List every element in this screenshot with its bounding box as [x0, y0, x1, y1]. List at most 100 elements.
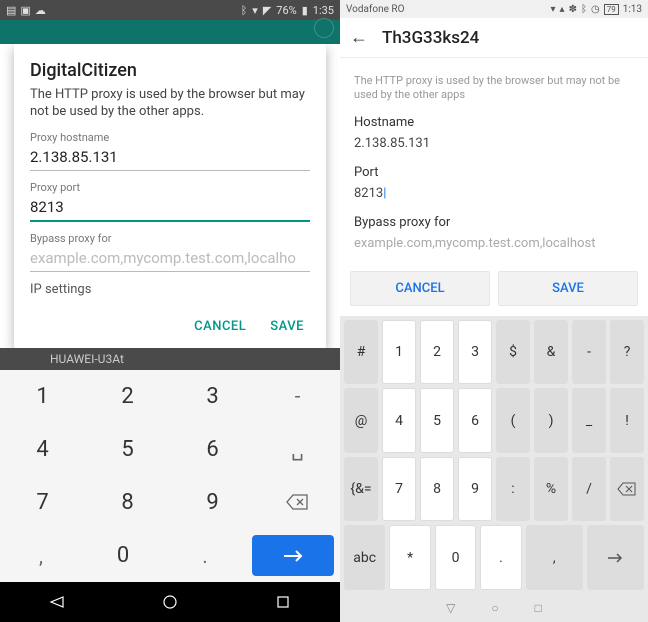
key-lparen[interactable]: (	[496, 388, 530, 453]
android-nav-bar	[0, 582, 340, 622]
key-6[interactable]: 6	[170, 423, 255, 476]
image-icon: ▣	[20, 4, 30, 17]
key-2[interactable]: 2	[420, 320, 454, 385]
key-3[interactable]: 3	[458, 320, 492, 385]
bypass-label: Bypass proxy for	[30, 232, 310, 245]
dialog-actions: CANCEL SAVE	[340, 265, 648, 316]
key-7[interactable]: 7	[0, 476, 85, 529]
carrier-label: Vodafone RO	[346, 4, 404, 15]
status-time: 1:13	[623, 4, 642, 15]
bypass-input[interactable]: example.com,mycomp.test.com,localhost	[354, 236, 634, 251]
key-4[interactable]: 4	[382, 388, 416, 453]
wifi-icon: ▾	[252, 4, 258, 17]
key-dollar[interactable]: $	[496, 320, 530, 385]
key-0[interactable]: 0	[82, 529, 164, 582]
hostname-label: Hostname	[354, 115, 634, 130]
hostname-input[interactable]: 2.138.85.131	[354, 136, 634, 151]
key-period[interactable]: .	[480, 525, 521, 590]
form-subtitle: The HTTP proxy is used by the browser bu…	[354, 74, 634, 103]
key-hash[interactable]: #	[344, 320, 378, 385]
key-backspace[interactable]	[610, 457, 644, 522]
key-rparen[interactable]: )	[534, 388, 568, 453]
cloud-icon: ☁	[35, 4, 46, 17]
key-backspace[interactable]	[255, 476, 340, 529]
port-label: Proxy port	[30, 181, 310, 194]
ip-settings-label[interactable]: IP settings	[30, 282, 310, 297]
key-at[interactable]: @	[344, 388, 378, 453]
notification-icon: ▤	[6, 4, 16, 17]
key-exclaim[interactable]: !	[610, 388, 644, 453]
key-9[interactable]: 9	[458, 457, 492, 522]
key-5[interactable]: 5	[420, 388, 454, 453]
hostname-input[interactable]: 2.138.85.131	[30, 146, 310, 171]
cancel-button[interactable]: CANCEL	[194, 319, 246, 334]
key-slash[interactable]: /	[572, 457, 606, 522]
key-8[interactable]: 8	[420, 457, 454, 522]
proxy-dialog: DigitalCitizen The HTTP proxy is used by…	[14, 44, 326, 348]
key-period[interactable]: .	[164, 529, 246, 582]
port-label: Port	[354, 165, 634, 180]
key-0[interactable]: 0	[435, 525, 476, 590]
nav-recent-icon[interactable]	[275, 594, 291, 610]
key-minus[interactable]: -	[255, 370, 340, 423]
key-2[interactable]: 2	[85, 370, 170, 423]
key-7[interactable]: 7	[382, 457, 416, 522]
key-star[interactable]: *	[389, 525, 430, 590]
alarm-icon: ◷	[591, 4, 600, 15]
wifi-icon: ▾	[551, 4, 556, 15]
bluetooth-icon: ᛒ	[241, 4, 248, 17]
numeric-keyboard: 1 2 3 - 4 5 6 ␣ 7 8 9 , 0 .	[0, 370, 340, 582]
key-underscore[interactable]: _	[572, 388, 606, 453]
help-icon	[314, 18, 334, 38]
keyboard: # 1 2 3 $ & - ? @ 4 5 6 ( ) _ ! {&= 7 8 …	[340, 316, 648, 594]
bypass-label: Bypass proxy for	[354, 215, 634, 230]
nav-home-icon[interactable]: ○	[491, 601, 498, 615]
proxy-form: The HTTP proxy is used by the browser bu…	[340, 58, 648, 265]
battery-percent: 79	[604, 4, 619, 15]
key-space[interactable]: ␣	[255, 423, 340, 476]
status-bar: Vodafone RO ▾ ▴ ✽ ᛒ ◷ 79 1:13	[340, 0, 648, 18]
left-phone: ▤ ▣ ☁ ᛒ ▾ ◤ 76% ▮ 1:35 DigitalCitizen Th…	[0, 0, 340, 622]
key-3[interactable]: 3	[170, 370, 255, 423]
nav-home-icon[interactable]	[162, 594, 178, 610]
key-comma[interactable]: ,	[0, 529, 82, 582]
key-symbols[interactable]: {&=	[344, 457, 378, 522]
key-enter[interactable]	[252, 535, 334, 576]
hostname-label: Proxy hostname	[30, 131, 310, 144]
back-icon[interactable]: ←	[350, 27, 368, 48]
nav-recent-icon[interactable]: □	[535, 601, 542, 615]
page-header: ← Th3G33ks24	[340, 18, 648, 58]
save-button[interactable]: SAVE	[498, 271, 638, 306]
key-abc[interactable]: abc	[344, 525, 385, 590]
key-question[interactable]: ?	[610, 320, 644, 385]
battery-percent: 76%	[276, 4, 296, 17]
key-1[interactable]: 1	[0, 370, 85, 423]
dialog-subtitle: The HTTP proxy is used by the browser bu…	[30, 87, 310, 121]
nav-back-icon[interactable]: ▽	[446, 601, 455, 615]
bypass-input[interactable]: example.com,mycomp.test.com,localho	[30, 247, 310, 272]
cancel-button[interactable]: CANCEL	[350, 271, 490, 306]
battery-icon: ▮	[302, 4, 308, 17]
vibrate-icon: ✽	[569, 4, 577, 15]
port-input[interactable]: 8213|	[354, 186, 634, 201]
port-input[interactable]: 8213	[30, 196, 310, 222]
status-bar: ▤ ▣ ☁ ᛒ ▾ ◤ 76% ▮ 1:35	[0, 0, 340, 20]
key-9[interactable]: 9	[170, 476, 255, 529]
background-network-row: HUAWEI-U3At	[0, 348, 340, 370]
key-comma[interactable]: ,	[526, 525, 583, 590]
key-1[interactable]: 1	[382, 320, 416, 385]
key-6[interactable]: 6	[458, 388, 492, 453]
key-amp[interactable]: &	[534, 320, 568, 385]
key-enter[interactable]	[587, 525, 644, 590]
key-minus[interactable]: -	[572, 320, 606, 385]
page-title: Th3G33ks24	[382, 28, 479, 48]
dialog-title: DigitalCitizen	[30, 60, 310, 81]
nav-back-icon[interactable]	[49, 594, 65, 610]
android-nav-bar: ▽ ○ □	[340, 594, 648, 622]
key-percent[interactable]: %	[534, 457, 568, 522]
key-colon[interactable]: :	[496, 457, 530, 522]
save-button[interactable]: SAVE	[270, 319, 304, 334]
key-5[interactable]: 5	[85, 423, 170, 476]
key-8[interactable]: 8	[85, 476, 170, 529]
key-4[interactable]: 4	[0, 423, 85, 476]
